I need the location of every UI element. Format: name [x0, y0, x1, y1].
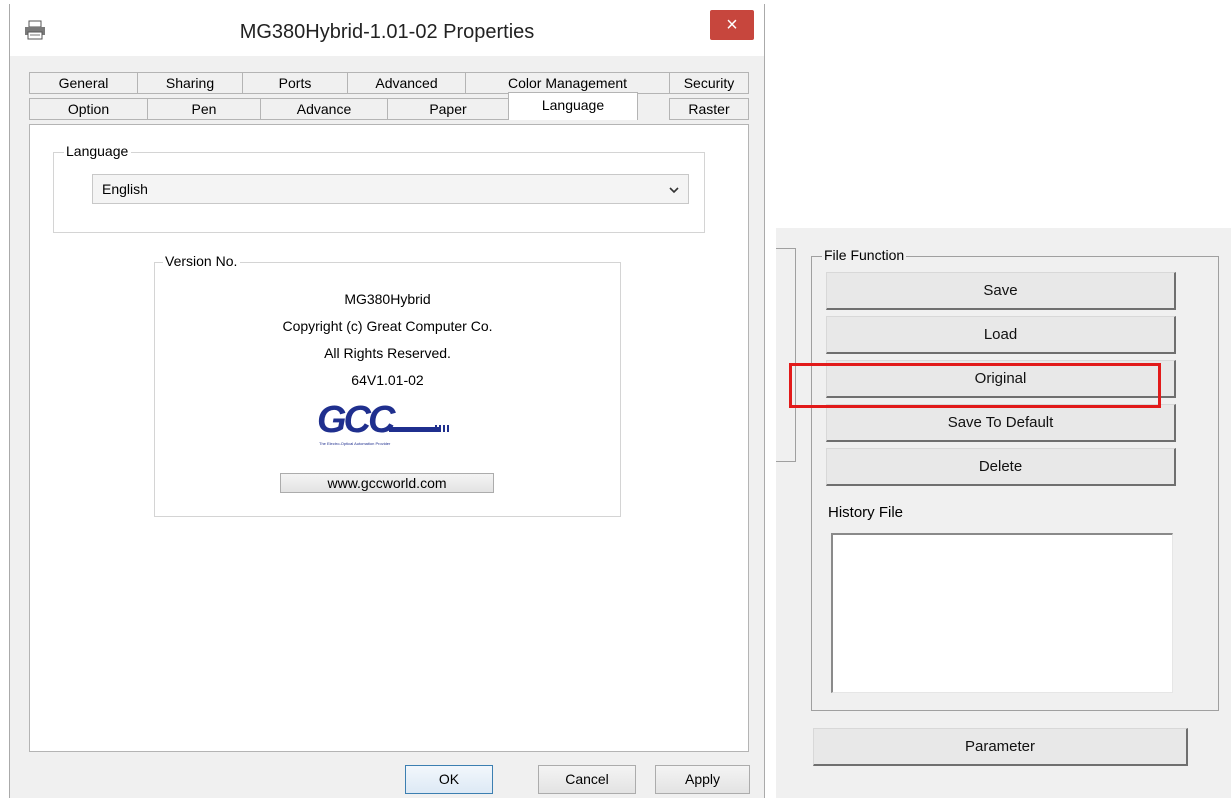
version-group-label: Version No. — [163, 253, 241, 269]
highlight-box — [789, 363, 1161, 408]
delete-button[interactable]: Delete — [826, 448, 1176, 486]
language-dropdown[interactable]: English — [92, 174, 689, 204]
apply-button[interactable]: Apply — [655, 765, 750, 794]
tab-pen[interactable]: Pen — [147, 98, 261, 120]
tab-advanced[interactable]: Advanced — [347, 72, 466, 94]
title-bar: MG380Hybrid-1.01-02 Properties × — [10, 4, 764, 56]
tab-raster[interactable]: Raster — [669, 98, 749, 120]
tab-paper[interactable]: Paper — [387, 98, 509, 120]
tab-color-management[interactable]: Color Management — [465, 72, 670, 94]
tab-ports[interactable]: Ports — [242, 72, 348, 94]
tab-sharing[interactable]: Sharing — [137, 72, 243, 94]
website-button[interactable]: www.gccworld.com — [280, 473, 494, 493]
panel-divider — [776, 248, 796, 462]
history-file-label: History File — [828, 504, 904, 521]
chevron-down-icon — [668, 183, 680, 195]
tab-advance[interactable]: Advance — [260, 98, 388, 120]
save-to-default-button[interactable]: Save To Default — [826, 404, 1176, 442]
gcc-logo: GCC The Electro-Optical Automation Provi… — [315, 401, 465, 453]
file-function-label: File Function — [822, 247, 907, 263]
tab-option[interactable]: Option — [29, 98, 148, 120]
model-name: MG380Hybrid — [344, 291, 431, 307]
close-button[interactable]: × — [710, 10, 754, 40]
language-group-label: Language — [64, 143, 132, 159]
ok-button[interactable]: OK — [405, 765, 493, 794]
parameter-button[interactable]: Parameter — [813, 728, 1188, 766]
properties-dialog: MG380Hybrid-1.01-02 Properties × General… — [9, 4, 765, 798]
close-icon: × — [726, 14, 738, 36]
version-number: 64V1.01-02 — [351, 372, 424, 388]
file-function-panel: File Function Save Load Original Save To… — [776, 228, 1231, 798]
rights-text: All Rights Reserved. — [324, 345, 451, 361]
copyright-text: Copyright (c) Great Computer Co. — [282, 318, 493, 334]
language-dropdown-value: English — [102, 181, 148, 197]
dialog-title: MG380Hybrid-1.01-02 Properties — [239, 21, 535, 43]
version-group: Version No. MG380Hybrid Copyright (c) Gr… — [154, 253, 621, 517]
tab-security[interactable]: Security — [669, 72, 749, 94]
history-file-list[interactable] — [831, 533, 1173, 693]
save-button[interactable]: Save — [826, 272, 1176, 310]
tab-general[interactable]: General — [29, 72, 138, 94]
load-button[interactable]: Load — [826, 316, 1176, 354]
tab-language[interactable]: Language — [508, 92, 638, 120]
cancel-button[interactable]: Cancel — [538, 765, 636, 794]
